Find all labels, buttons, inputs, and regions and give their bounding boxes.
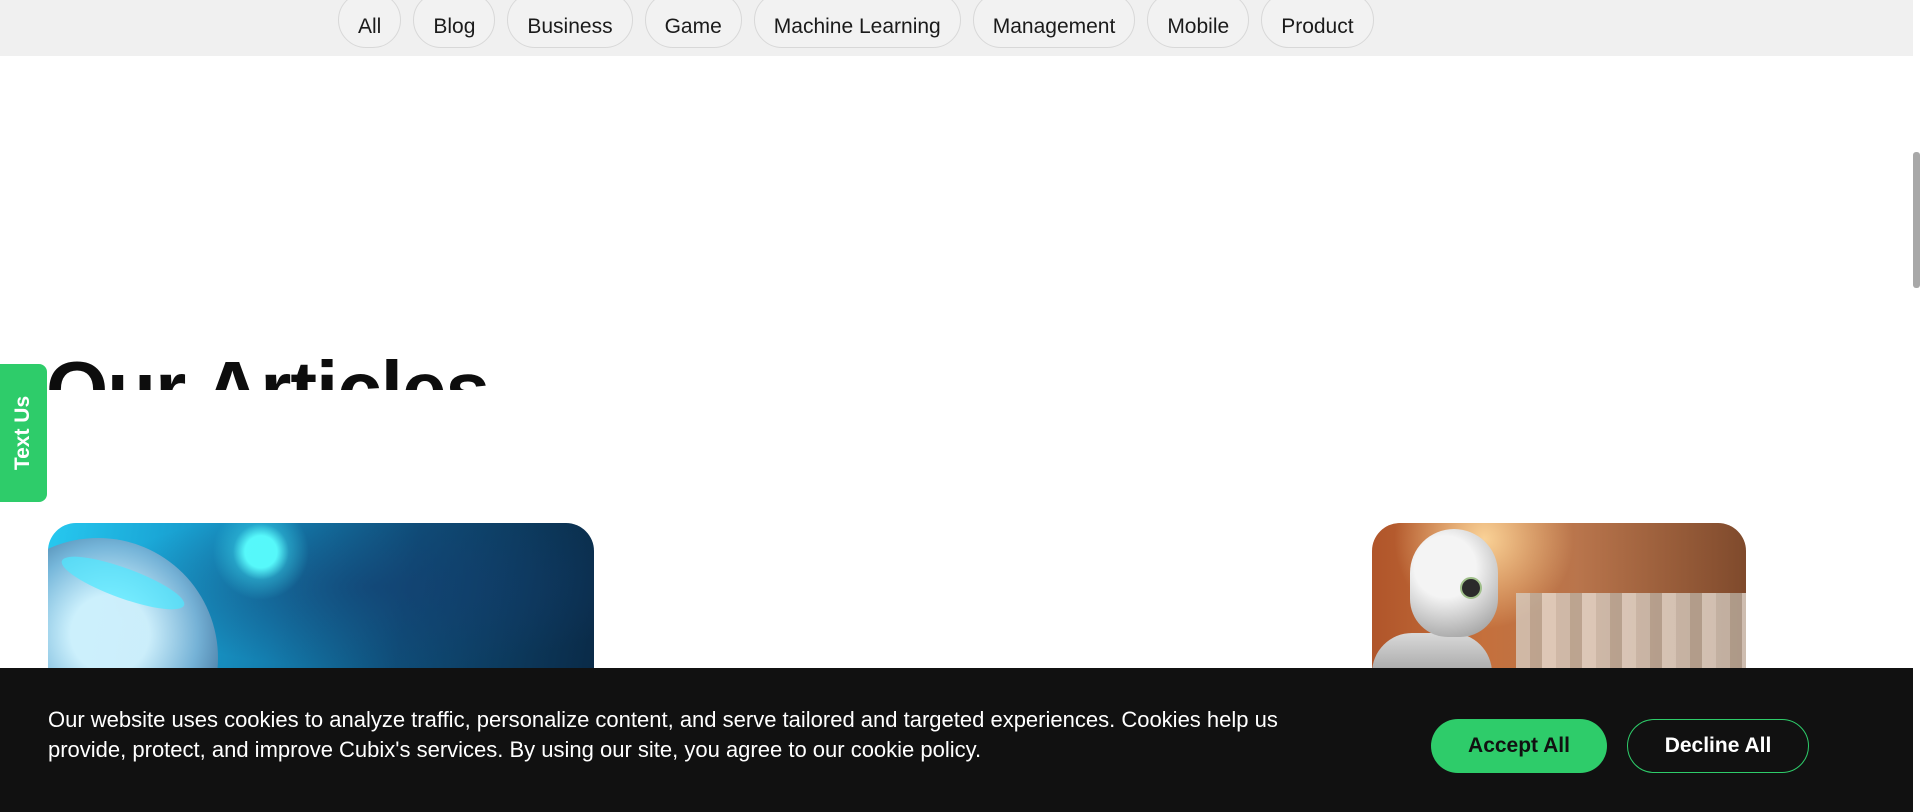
category-chip-game[interactable]: Game <box>644 0 742 48</box>
article-card-image-right[interactable] <box>1372 523 1746 683</box>
decline-all-button[interactable]: Decline All <box>1627 719 1809 773</box>
category-chip-all[interactable]: All <box>338 0 402 48</box>
article-card-image-left[interactable] <box>48 523 594 683</box>
category-chips: All Blog Business Game Machine Learning … <box>338 0 1374 48</box>
category-chip-mobile[interactable]: Mobile <box>1147 0 1250 48</box>
cookie-message: Our website uses cookies to analyze traf… <box>48 707 1278 762</box>
cookie-banner: Our website uses cookies to analyze traf… <box>0 668 1913 812</box>
category-chip-blog[interactable]: Blog <box>413 0 496 48</box>
category-filter-bar: All Blog Business Game Machine Learning … <box>0 0 1913 56</box>
category-chip-business[interactable]: Business <box>507 0 633 48</box>
section-heading-wrapper: Our Articles <box>46 330 606 391</box>
scrollbar-track[interactable] <box>1913 0 1920 812</box>
scrollbar-thumb[interactable] <box>1913 152 1920 288</box>
robot-eye <box>1460 577 1482 599</box>
text-us-button[interactable]: Text Us <box>0 364 47 502</box>
category-chip-machine-learning[interactable]: Machine Learning <box>753 0 961 48</box>
category-chip-management[interactable]: Management <box>972 0 1136 48</box>
page: All Blog Business Game Machine Learning … <box>0 0 1920 812</box>
robot-head-image-icon <box>1410 529 1498 637</box>
section-heading: Our Articles <box>46 345 490 391</box>
category-chip-product[interactable]: Product <box>1261 0 1374 48</box>
accept-all-button[interactable]: Accept All <box>1431 719 1607 773</box>
text-us-label: Text Us <box>11 395 35 471</box>
